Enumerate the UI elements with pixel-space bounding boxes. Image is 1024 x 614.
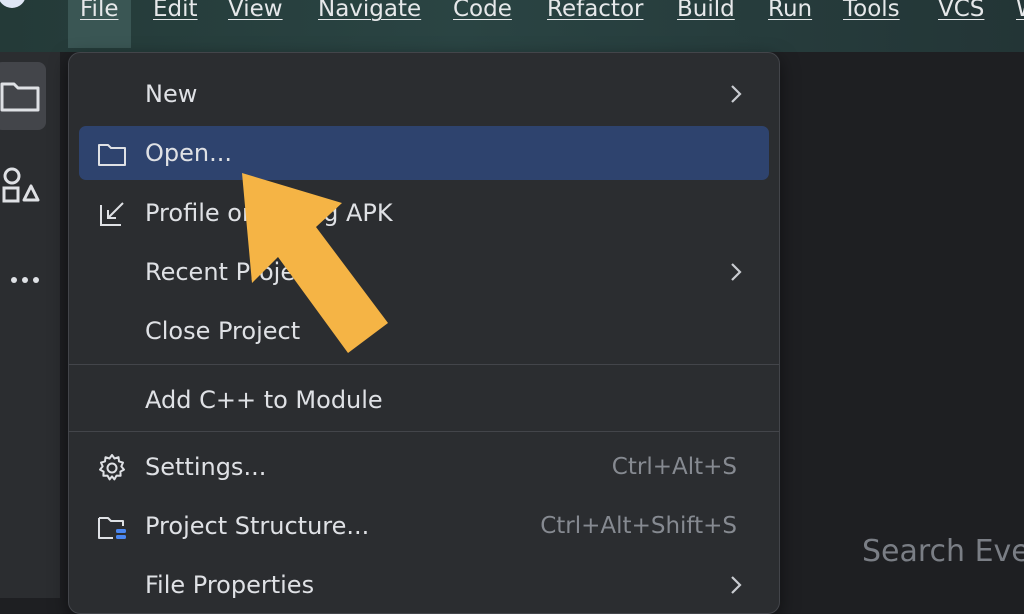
- menu-tools[interactable]: Tools: [843, 0, 900, 26]
- chevron-right-icon: [731, 576, 742, 594]
- android-studio-logo-icon: [0, 0, 25, 8]
- menu-item-label: Add C++ to Module: [145, 386, 383, 414]
- menu-vcs[interactable]: VCS: [938, 0, 984, 26]
- menu-view[interactable]: View: [228, 0, 283, 26]
- menu-item-file-properties[interactable]: File Properties: [79, 558, 769, 612]
- project-folder-icon: [0, 82, 40, 112]
- menu-refactor[interactable]: Refactor: [547, 0, 643, 26]
- menu-separator: [69, 364, 779, 365]
- menu-item-open[interactable]: Open...: [79, 126, 769, 180]
- menu-navigate[interactable]: Navigate: [318, 0, 421, 26]
- menu-run[interactable]: Run: [768, 0, 812, 26]
- menu-bar: File Edit View Navigate Code Refactor Bu…: [0, 0, 1024, 52]
- menu-code[interactable]: Code: [453, 0, 512, 26]
- menu-item-label: Project Structure...: [145, 512, 370, 540]
- menu-item-new[interactable]: New: [79, 67, 769, 121]
- menu-separator: [69, 431, 779, 432]
- menu-item-project-structure[interactable]: Project Structure... Ctrl+Alt+Shift+S: [79, 499, 769, 553]
- import-arrow-icon: [100, 202, 124, 226]
- menu-item-label: Open...: [145, 139, 232, 167]
- menu-item-recent-projects[interactable]: Recent Projects: [79, 245, 769, 299]
- folder-icon: [98, 144, 126, 166]
- search-everywhere-hint: Search Eve: [862, 534, 1024, 569]
- menu-build[interactable]: Build: [677, 0, 735, 26]
- project-tool-button[interactable]: [0, 62, 46, 130]
- tool-window-sidebar: [0, 52, 60, 598]
- menu-item-close-project[interactable]: Close Project: [79, 304, 769, 358]
- chevron-right-icon: [731, 85, 742, 103]
- resource-manager-button[interactable]: [0, 152, 46, 220]
- menu-item-label: New: [145, 80, 198, 108]
- file-menu-dropdown: New Open... Profile or Debug APK Recent …: [68, 52, 780, 614]
- annotation-arrow-icon: [242, 173, 388, 353]
- chevron-right-icon: [731, 263, 742, 281]
- menu-item-shortcut: Ctrl+Alt+Shift+S: [540, 513, 737, 539]
- menu-window[interactable]: W: [1016, 0, 1024, 26]
- gear-icon: [99, 454, 125, 481]
- menu-edit[interactable]: Edit: [153, 0, 198, 26]
- menu-item-profile-debug-apk[interactable]: Profile or Debug APK: [79, 186, 769, 240]
- resource-manager-icon: [2, 167, 40, 203]
- menu-file[interactable]: File: [68, 0, 131, 48]
- menu-item-add-cpp-to-module[interactable]: Add C++ to Module: [79, 373, 769, 427]
- more-tools-button[interactable]: [0, 246, 46, 314]
- more-options-icon: [11, 277, 39, 283]
- menu-item-label: Settings...: [145, 453, 267, 481]
- menu-item-settings[interactable]: Settings... Ctrl+Alt+S: [79, 440, 769, 494]
- project-structure-icon: [98, 517, 126, 539]
- menu-item-label: File Properties: [145, 571, 315, 599]
- menu-item-shortcut: Ctrl+Alt+S: [611, 454, 737, 480]
